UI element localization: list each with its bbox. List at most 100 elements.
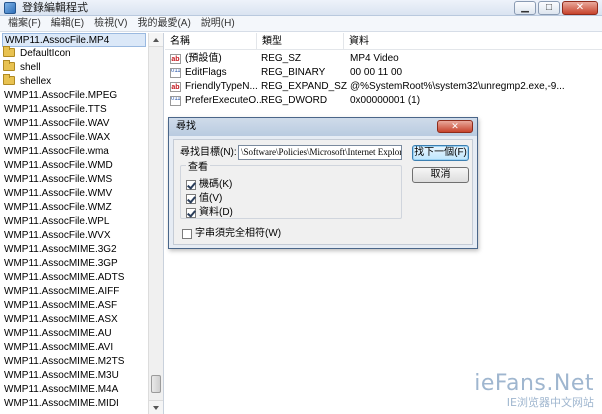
tree-item[interactable]: WMP11.AssocMIME.3GP <box>4 257 118 271</box>
tree-item[interactable]: WMP11.AssocFile.WMD <box>4 159 113 173</box>
checkbox-label: 字串須完全相符(W) <box>195 228 282 239</box>
checkbox-checked-icon[interactable] <box>186 180 196 190</box>
string-value-icon: ab <box>170 54 181 64</box>
tree-item[interactable]: WMP11.AssocMIME.AU <box>4 327 112 341</box>
folder-icon <box>3 60 15 71</box>
tree-item[interactable]: WMP11.AssocFile.WMZ <box>4 201 112 215</box>
checkbox-label: 機碼(K) <box>199 179 233 190</box>
menu-file[interactable]: 檔案(F) <box>3 17 46 31</box>
value-type: REG_BINARY <box>261 67 326 78</box>
find-dialog-title: 尋找 <box>176 121 196 132</box>
find-dialog-body: 尋找目標(N): \Software\Policies\Microsoft\In… <box>173 139 473 245</box>
menu-favorites[interactable]: 我的最愛(A) <box>132 17 195 31</box>
tree-item[interactable]: WMP11.AssocMIME.3G2 <box>4 243 117 257</box>
window-title: 登錄編輯程式 <box>22 2 88 14</box>
tree-item-selected[interactable]: WMP11.AssocFile.MP4 <box>2 33 146 47</box>
window-controls: ▁ □ ✕ <box>514 1 598 15</box>
find-what-input[interactable]: \Software\Policies\Microsoft\Internet Ex… <box>238 145 402 160</box>
watermark-sub-text: IE浏览器中文网站 <box>506 396 594 409</box>
tree-item[interactable]: WMP11.AssocFile.TTS <box>4 103 107 117</box>
scroll-down-arrow-icon[interactable] <box>149 400 163 414</box>
site-watermark: ieFans.Net IE浏览器中文网站 <box>474 372 594 410</box>
title-bar: 登錄編輯程式 ▁ □ ✕ <box>0 0 602 16</box>
value-name: (預設值) <box>185 53 222 64</box>
menu-edit[interactable]: 編輯(E) <box>46 17 89 31</box>
tree-scrollbar[interactable] <box>148 33 163 414</box>
regedit-app-icon <box>4 2 16 14</box>
tree-item-label: DefaultIcon <box>20 48 71 59</box>
column-header-data[interactable]: 資料 <box>344 33 602 50</box>
cancel-button[interactable]: 取消 <box>412 167 469 183</box>
scroll-up-arrow-icon[interactable] <box>149 33 163 47</box>
registry-tree: WMP11.AssocFile.MP4 DefaultIcon shell sh… <box>0 33 164 414</box>
string-value-icon: ab <box>170 82 181 92</box>
look-at-label: 查看 <box>186 162 210 174</box>
checkbox-unchecked-icon[interactable] <box>182 229 192 239</box>
tree-item[interactable]: WMP11.AssocFile.WAV <box>4 117 109 131</box>
find-dialog-titlebar[interactable]: 尋找 ✕ <box>169 118 477 136</box>
checkbox-label: 值(V) <box>199 193 223 204</box>
value-row[interactable]: ab (預設值) REG_SZ MP4 Video <box>165 52 602 66</box>
tree-item[interactable]: WMP11.AssocFile.wma <box>4 145 109 159</box>
menu-help[interactable]: 說明(H) <box>196 17 240 31</box>
binary-value-icon: 011 <box>170 68 181 78</box>
tree-item[interactable]: WMP11.AssocMIME.ADTS <box>4 271 124 285</box>
tree-child-shellex[interactable]: shellex <box>3 74 52 89</box>
value-data: 00 00 11 00 <box>350 67 403 78</box>
tree-item[interactable]: WMP11.AssocMIME.MIDI <box>4 397 119 411</box>
value-row[interactable]: ab FriendlyTypeN... REG_EXPAND_SZ @%Syst… <box>165 80 602 94</box>
tree-child-shell[interactable]: shell <box>3 60 41 75</box>
tree-item[interactable]: WMP11.AssocFile.WMV <box>4 187 112 201</box>
value-data: @%SystemRoot%\system32\unregmp2.exe,-9..… <box>350 81 565 92</box>
minimize-button[interactable]: ▁ <box>514 1 536 15</box>
menu-bar: 檔案(F) 編輯(E) 檢視(V) 我的最愛(A) 說明(H) <box>0 16 602 32</box>
tree-item-label: shellex <box>20 76 52 87</box>
value-type: REG_EXPAND_SZ <box>261 81 347 92</box>
tree-item[interactable]: WMP11.AssocFile.MPEG <box>4 89 117 103</box>
column-header-name[interactable]: 名稱 <box>165 33 257 50</box>
values-list-header: 名稱 類型 資料 <box>165 33 602 50</box>
tree-child-defaulticon[interactable]: DefaultIcon <box>3 46 71 61</box>
tree-item[interactable]: WMP11.AssocFile.WAX <box>4 131 110 145</box>
tree-item[interactable]: WMP11.AssocFile.WVX <box>4 229 111 243</box>
checkbox-data[interactable]: 資料(D) <box>186 207 233 219</box>
tree-item-label: shell <box>20 62 41 73</box>
binary-value-icon: 011 <box>170 96 181 106</box>
tree-item[interactable]: WMP11.AssocFile.WPL <box>4 215 109 229</box>
column-header-type[interactable]: 類型 <box>257 33 344 50</box>
tree-item[interactable]: WMP11.AssocFile.WMS <box>4 173 112 187</box>
tree-item[interactable]: WMP11.AssocMIME.M2TS <box>4 355 124 369</box>
folder-icon <box>3 46 15 57</box>
tree-item[interactable]: WMP11.AssocMIME.ASX <box>4 313 118 327</box>
find-next-button[interactable]: 找下一個(F) <box>412 145 469 161</box>
close-button[interactable]: ✕ <box>562 1 598 15</box>
find-what-label: 尋找目標(N): <box>180 147 237 158</box>
tree-item[interactable]: WMP11.AssocMIME.AIFF <box>4 285 119 299</box>
find-dialog: 尋找 ✕ 尋找目標(N): \Software\Policies\Microso… <box>168 117 478 249</box>
find-dialog-close-button[interactable]: ✕ <box>437 120 473 133</box>
value-type: REG_DWORD <box>261 95 328 106</box>
maximize-button[interactable]: □ <box>538 1 560 15</box>
watermark-main-text: ieFans.Net <box>474 371 594 396</box>
checkbox-checked-icon[interactable] <box>186 208 196 218</box>
tree-item[interactable]: WMP11.AssocMIME.M3U <box>4 369 119 383</box>
value-type: REG_SZ <box>261 53 302 64</box>
checkbox-values[interactable]: 值(V) <box>186 193 222 205</box>
value-row[interactable]: 011 PreferExecuteO... REG_DWORD 0x000000… <box>165 94 602 108</box>
value-name: PreferExecuteO... <box>185 95 265 106</box>
checkbox-keys[interactable]: 機碼(K) <box>186 179 232 191</box>
folder-icon <box>3 74 15 85</box>
menu-view[interactable]: 檢視(V) <box>89 17 132 31</box>
checkbox-checked-icon[interactable] <box>186 194 196 204</box>
tree-item[interactable]: WMP11.AssocMIME.M4A <box>4 383 118 397</box>
value-row[interactable]: 011 EditFlags REG_BINARY 00 00 11 00 <box>165 66 602 80</box>
tree-item[interactable]: WMP11.AssocMIME.AVI <box>4 341 113 355</box>
value-name: EditFlags <box>185 67 227 78</box>
tree-item[interactable]: WMP11.AssocMIME.ASF <box>4 299 117 313</box>
value-data: MP4 Video <box>350 53 399 64</box>
checkbox-match-whole-string[interactable]: 字串須完全相符(W) <box>182 228 281 240</box>
value-name: FriendlyTypeN... <box>185 81 258 92</box>
value-data: 0x00000001 (1) <box>350 95 421 106</box>
checkbox-label: 資料(D) <box>199 207 233 218</box>
scroll-thumb[interactable] <box>151 375 161 393</box>
